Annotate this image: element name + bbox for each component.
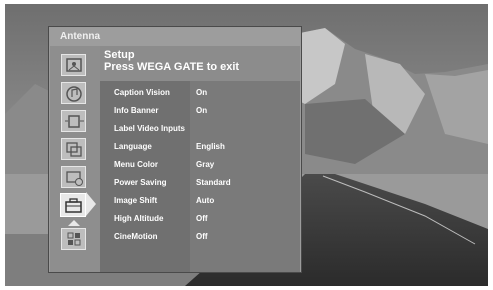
setting-label: Menu Color <box>114 160 158 169</box>
setup-header: Setup Press WEGA GATE to exit <box>100 46 300 81</box>
setting-row-info-banner[interactable]: Info Banner On <box>100 103 300 119</box>
screen-icon[interactable] <box>61 110 86 132</box>
setting-row-label-video-inputs[interactable]: Label Video Inputs <box>100 121 300 137</box>
setting-value: English <box>196 142 225 151</box>
setting-label: Language <box>114 142 152 151</box>
setting-value: Gray <box>196 160 215 169</box>
setting-label: Info Banner <box>114 106 159 115</box>
setting-row-caption-vision[interactable]: Caption Vision On <box>100 85 300 101</box>
settings-panel: Setup Press WEGA GATE to exit Caption Vi… <box>100 46 300 272</box>
scroll-up-arrow <box>68 220 80 226</box>
setting-value: On <box>196 106 208 115</box>
setup-icon[interactable] <box>60 193 86 217</box>
setting-row-high-altitude[interactable]: High Altitude Off <box>100 211 300 227</box>
selection-arrow <box>86 192 96 216</box>
tv-screen: Antenna Setup Press WEGA GATE to exit Ca… <box>5 4 488 286</box>
channel-icon[interactable] <box>61 138 86 160</box>
setting-value: On <box>196 88 208 97</box>
setup-subtitle: Press WEGA GATE to exit <box>104 61 240 73</box>
sound-icon[interactable] <box>61 82 86 104</box>
setup-title: Setup <box>104 49 135 61</box>
setting-label: Label Video Inputs <box>114 124 185 133</box>
timer-icon[interactable] <box>61 166 86 188</box>
setting-row-cinemotion[interactable]: CineMotion Off <box>100 229 300 245</box>
setting-value: Off <box>196 214 208 223</box>
setup-menu-window: Antenna Setup Press WEGA GATE to exit Ca… <box>49 27 301 272</box>
setting-row-image-shift[interactable]: Image Shift Auto <box>100 193 300 209</box>
setting-value: Auto <box>196 196 215 205</box>
setting-value: Standard <box>196 178 231 187</box>
setting-label: Power Saving <box>114 178 167 187</box>
setting-label: CineMotion <box>114 232 158 241</box>
category-icon-column <box>50 46 100 272</box>
setting-row-menu-color[interactable]: Menu Color Gray <box>100 157 300 173</box>
apps-icon[interactable] <box>61 228 86 250</box>
window-title: Antenna <box>50 28 300 46</box>
setting-label: Image Shift <box>114 196 158 205</box>
setting-label: Caption Vision <box>114 88 170 97</box>
setting-row-language[interactable]: Language English <box>100 139 300 155</box>
picture-icon[interactable] <box>61 54 86 76</box>
setting-label: High Altitude <box>114 214 164 223</box>
setting-row-power-saving[interactable]: Power Saving Standard <box>100 175 300 191</box>
setting-value: Off <box>196 232 208 241</box>
